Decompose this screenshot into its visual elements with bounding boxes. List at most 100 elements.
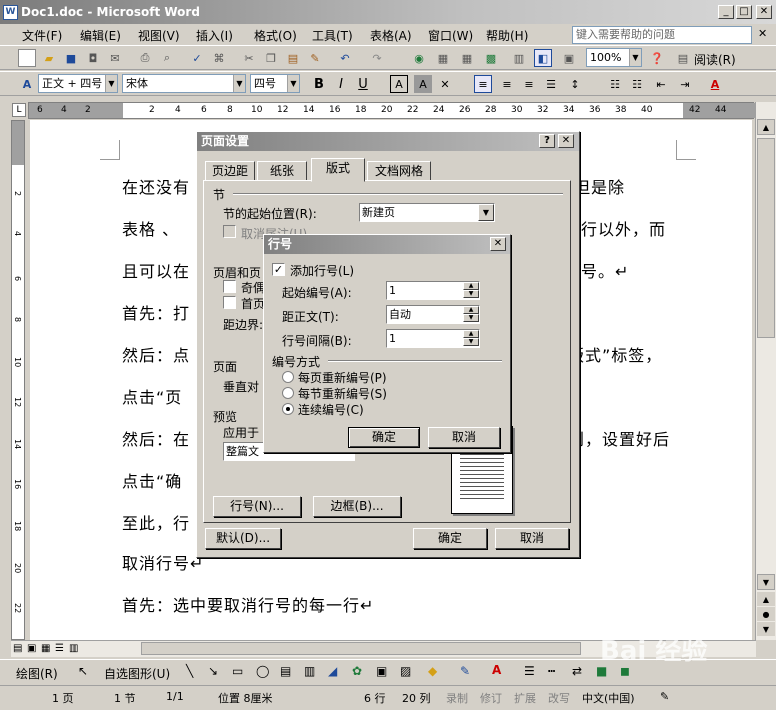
scroll-up-icon[interactable]: ▲	[757, 119, 775, 135]
scroll-thumb[interactable]	[757, 138, 775, 338]
vertical-textbox-icon[interactable]: ▥	[304, 664, 315, 678]
horizontal-ruler[interactable]: 6 4 2 2 4 6 8 10 12 14 16 18 20 22 24 26…	[28, 102, 755, 119]
tables-borders-icon[interactable]: ▦	[434, 49, 452, 67]
char-border-icon[interactable]: A	[390, 75, 408, 93]
spelling-icon[interactable]: ✓	[188, 49, 206, 67]
tab-selector[interactable]: L	[12, 103, 26, 117]
default-button[interactable]: 默认(D)...	[205, 528, 281, 549]
paste-icon[interactable]: ▤	[284, 49, 302, 67]
diagram-icon[interactable]: ✿	[352, 664, 362, 678]
tab-margins[interactable]: 页边距	[205, 161, 255, 181]
draw-menu[interactable]: 绘图(R)	[16, 665, 58, 682]
hyperlink-icon[interactable]: ◉	[410, 49, 428, 67]
status-rec[interactable]: 录制	[446, 690, 468, 706]
add-line-numbers-checkbox[interactable]: ✓	[272, 263, 285, 276]
menu-table[interactable]: 表格(A)	[370, 27, 412, 44]
read-mode-icon[interactable]: ▤	[674, 49, 692, 67]
menu-insert[interactable]: 插入(I)	[196, 27, 233, 44]
increase-indent-icon[interactable]: ⇥	[676, 75, 694, 93]
arrow-icon[interactable]: ↘	[208, 664, 218, 678]
style-select[interactable]: 正文 + 四号 ▼	[38, 74, 118, 93]
copy-icon[interactable]: ❐	[262, 49, 280, 67]
numbering-icon[interactable]: ☷	[606, 75, 624, 93]
italic-button[interactable]: I	[332, 75, 350, 93]
line-numbers-close-button[interactable]: ✕	[490, 237, 506, 251]
vertical-scrollbar[interactable]: ▲ ▼ ▲ ● ▼	[755, 102, 776, 640]
justify-icon[interactable]: ☰	[542, 75, 560, 93]
continuous-radio[interactable]	[282, 403, 294, 415]
dash-style-icon[interactable]: ┅	[548, 664, 555, 678]
align-center-icon[interactable]: ≡	[498, 75, 516, 93]
browse-object-icon[interactable]: ●	[757, 607, 775, 621]
line-color-icon[interactable]: ✎	[460, 664, 470, 678]
research-icon[interactable]: ⌘	[210, 49, 228, 67]
restart-each-page-radio[interactable]	[282, 371, 294, 383]
menu-format[interactable]: 格式(O)	[254, 27, 297, 44]
menu-tools[interactable]: 工具(T)	[312, 27, 353, 44]
fill-color-icon[interactable]: ◆	[428, 664, 437, 678]
tab-document-grid[interactable]: 文档网格	[367, 161, 431, 181]
redo-icon[interactable]: ↷	[368, 49, 386, 67]
line-icon[interactable]: ╲	[186, 664, 193, 678]
spin-down-icon[interactable]: ▼	[463, 290, 479, 298]
line-spacing-icon[interactable]: ↕	[566, 75, 584, 93]
status-trk[interactable]: 修订	[480, 690, 502, 706]
textbox-icon[interactable]: ▤	[280, 664, 291, 678]
menu-file[interactable]: 文件(F)	[22, 27, 62, 44]
restart-each-section-radio[interactable]	[282, 387, 294, 399]
next-page-icon[interactable]: ▼	[757, 622, 775, 636]
font-select[interactable]: 宋体 ▼	[122, 74, 246, 93]
start-at-input[interactable]: 1 ▲ ▼	[386, 281, 480, 300]
bullets-icon[interactable]: ☷	[628, 75, 646, 93]
print-view-icon[interactable]: ▦	[41, 643, 50, 654]
minimize-button[interactable]: _	[718, 5, 734, 19]
menu-window[interactable]: 窗口(W)	[428, 27, 473, 44]
email-icon[interactable]: ✉	[106, 49, 124, 67]
spin-up-icon[interactable]: ▲	[463, 330, 479, 338]
tab-layout[interactable]: 版式	[311, 158, 365, 182]
drawing-toggle-icon[interactable]: ◧	[534, 49, 552, 67]
word-app-icon[interactable]: W	[3, 4, 18, 20]
decrease-indent-icon[interactable]: ⇤	[652, 75, 670, 93]
spin-up-icon[interactable]: ▲	[463, 282, 479, 290]
status-ext[interactable]: 扩展	[514, 690, 536, 706]
arrow-style-icon[interactable]: ⇄	[572, 664, 582, 678]
prev-page-icon[interactable]: ▲	[757, 592, 775, 606]
autoshapes-menu[interactable]: 自选图形(U)	[104, 665, 170, 682]
hscroll-thumb[interactable]	[141, 642, 581, 655]
line-numbers-ok-button[interactable]: 确定	[348, 427, 420, 448]
help-search-input[interactable]: 键入需要帮助的问题	[572, 26, 752, 44]
spelling-status-icon[interactable]: ✎	[660, 690, 669, 703]
rectangle-icon[interactable]: ▭	[232, 664, 243, 678]
page-setup-ok-button[interactable]: 确定	[413, 528, 487, 549]
line-numbers-button[interactable]: 行号(N)...	[213, 496, 301, 517]
tab-paper[interactable]: 纸张	[257, 161, 307, 181]
draw-font-color-icon[interactable]: A	[492, 663, 501, 677]
select-objects-icon[interactable]: ↖	[78, 664, 88, 678]
first-page-checkbox[interactable]	[223, 296, 236, 309]
count-by-input[interactable]: 1 ▲ ▼	[386, 329, 480, 348]
maximize-button[interactable]: □	[736, 5, 752, 19]
help-icon[interactable]: ❓	[648, 49, 666, 67]
columns-icon[interactable]: ▥	[510, 49, 528, 67]
web-view-icon[interactable]: ▣	[27, 643, 36, 654]
menu-edit[interactable]: 编辑(E)	[80, 27, 121, 44]
outline-view-icon[interactable]: ☰	[55, 643, 64, 654]
page-setup-close-button[interactable]: ✕	[558, 134, 574, 148]
menu-view[interactable]: 视图(V)	[138, 27, 180, 44]
font-color-icon[interactable]: A	[706, 75, 724, 93]
underline-button[interactable]: U	[354, 75, 372, 93]
read-mode-label[interactable]: 阅读(R)	[694, 51, 736, 68]
line-style-icon[interactable]: ☰	[524, 664, 535, 678]
char-scale-icon[interactable]: ✕	[436, 75, 454, 93]
undo-icon[interactable]: ↶	[336, 49, 354, 67]
picture-icon[interactable]: ▨	[400, 664, 411, 678]
spin-up-icon[interactable]: ▲	[463, 306, 479, 314]
cut-icon[interactable]: ✂	[240, 49, 258, 67]
new-document-icon[interactable]	[18, 49, 36, 67]
scroll-down-icon[interactable]: ▼	[757, 574, 775, 590]
spin-down-icon[interactable]: ▼	[463, 338, 479, 346]
wordart-icon[interactable]: ◢	[328, 664, 337, 678]
insert-table-icon[interactable]: ▦	[458, 49, 476, 67]
close-button[interactable]: ✕	[756, 5, 772, 19]
